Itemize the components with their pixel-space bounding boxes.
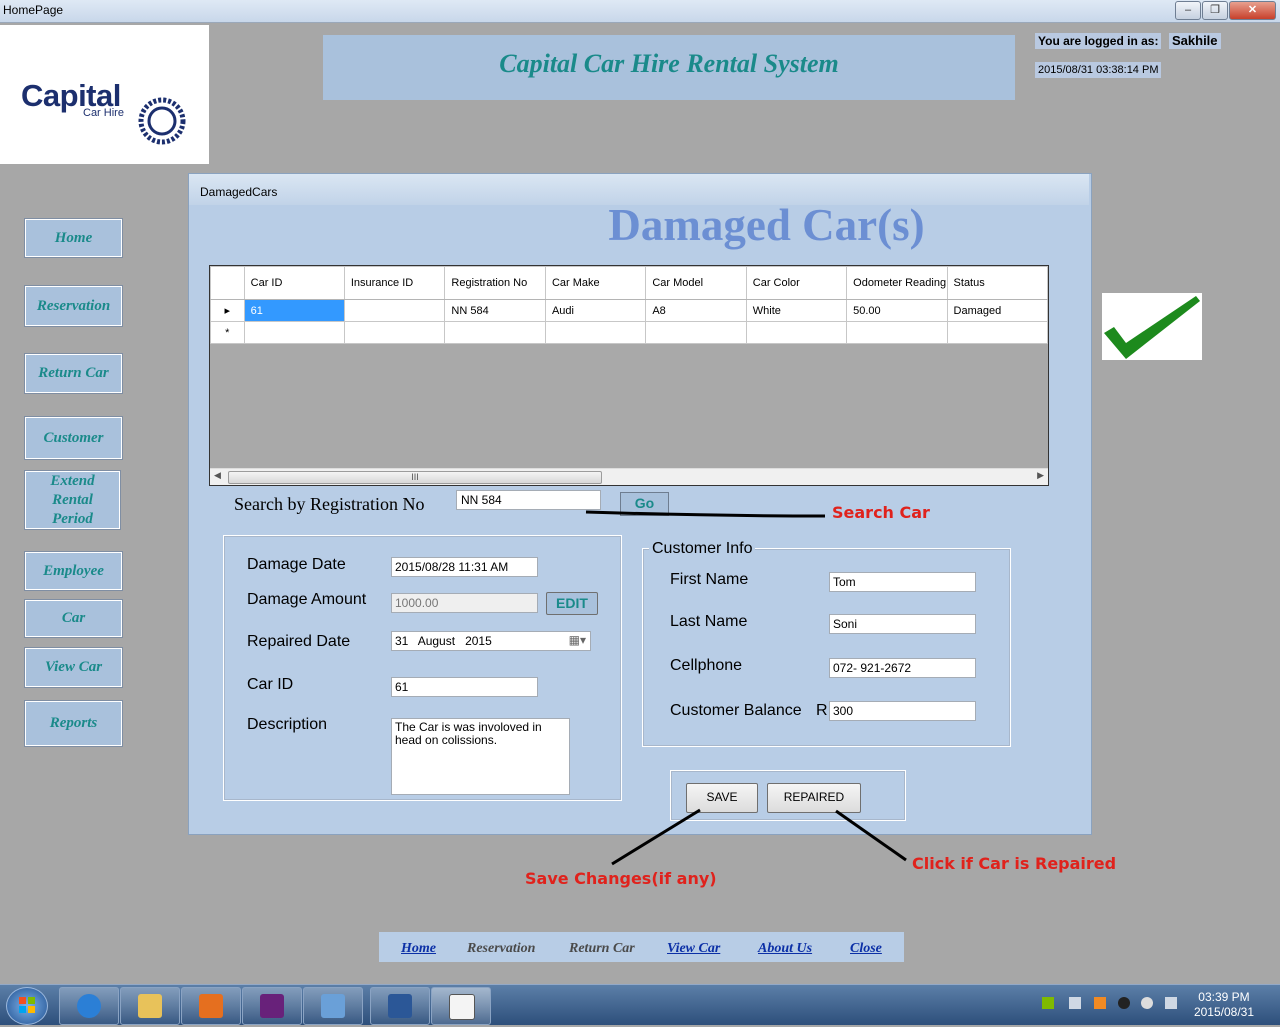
search-car-annotation: Search Car <box>832 503 930 522</box>
tray-update-icon[interactable] <box>1094 997 1106 1009</box>
folder-icon <box>138 994 162 1018</box>
tray-date: 2015/08/31 <box>1193 1005 1254 1019</box>
tray-time: 03:39 PM <box>1198 990 1250 1004</box>
taskbar-picture-viewer[interactable] <box>303 987 363 1025</box>
taskbar-word[interactable] <box>370 987 430 1025</box>
start-button[interactable] <box>6 987 48 1025</box>
visual-studio-icon <box>260 994 284 1018</box>
bottom-nav-home-link[interactable]: Home <box>401 941 436 957</box>
bottom-nav-reservation-link[interactable]: Reservation <box>467 941 535 957</box>
taskbar-app-active[interactable] <box>431 987 491 1025</box>
taskbar-media-player[interactable] <box>181 987 241 1025</box>
tray-network-icon[interactable] <box>1042 997 1054 1009</box>
bottom-nav-view-car-link[interactable]: View Car <box>667 941 720 957</box>
taskbar-ie[interactable] <box>59 987 119 1025</box>
bottom-nav: Home Reservation Return Car View Car Abo… <box>379 932 904 962</box>
windows-logo-icon <box>19 997 35 1013</box>
picture-viewer-icon <box>321 994 345 1018</box>
save-changes-annotation: Save Changes(if any) <box>525 869 717 888</box>
word-icon <box>388 994 412 1018</box>
tray-app-icon[interactable] <box>1118 997 1130 1009</box>
media-player-icon <box>199 994 223 1018</box>
tray-security-icon[interactable] <box>1069 997 1081 1009</box>
tray-clock[interactable]: 03:39 PM 2015/08/31 <box>1194 990 1254 1020</box>
repaired-annotation: Click if Car is Repaired <box>912 854 1117 873</box>
taskbar-explorer[interactable] <box>120 987 180 1025</box>
save-annotation-line <box>611 808 701 866</box>
taskbar-visual-studio[interactable] <box>242 987 302 1025</box>
taskbar: 03:39 PM 2015/08/31 <box>0 984 1280 1025</box>
bottom-nav-return-car-link[interactable]: Return Car <box>569 941 635 957</box>
bottom-nav-about-link[interactable]: About Us <box>758 941 812 957</box>
tray-sync-icon[interactable] <box>1141 997 1153 1009</box>
search-annotation-line <box>585 510 826 518</box>
tray-display-icon[interactable] <box>1165 997 1177 1009</box>
bottom-nav-close-link[interactable]: Close <box>850 941 882 957</box>
repaired-annotation-line <box>835 809 907 862</box>
internet-explorer-icon <box>77 994 101 1018</box>
application-window-icon <box>449 994 475 1020</box>
